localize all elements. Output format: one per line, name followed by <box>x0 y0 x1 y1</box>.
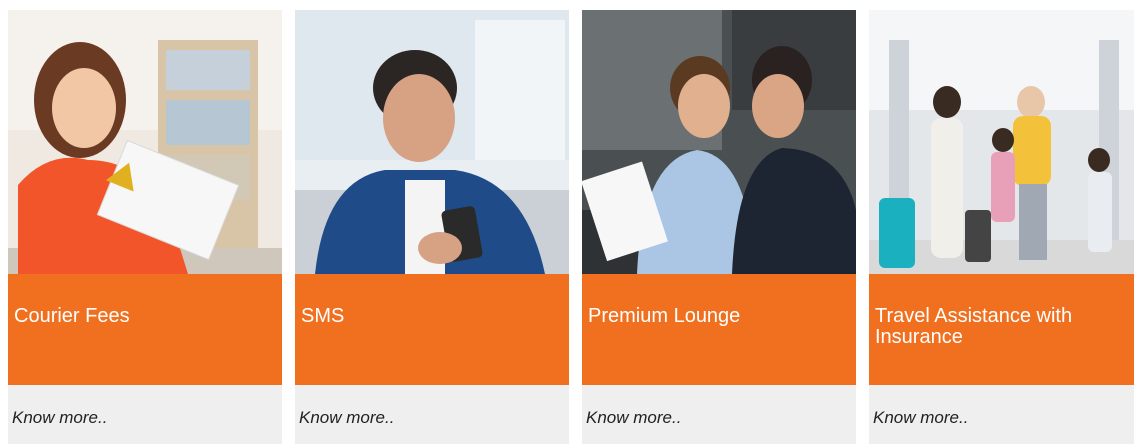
card-title: Premium Lounge <box>588 305 741 327</box>
card-title-box: Premium Lounge <box>582 274 856 385</box>
services-card-grid: Courier Fees Know more.. SMS Know more..… <box>0 0 1134 444</box>
card-footer: Know more.. <box>869 385 1134 444</box>
card-title: SMS <box>301 305 345 327</box>
know-more-link[interactable]: Know more.. <box>12 408 107 427</box>
card-footer: Know more.. <box>8 385 282 444</box>
card-footer: Know more.. <box>295 385 569 444</box>
know-more-link[interactable]: Know more.. <box>873 408 968 427</box>
card-sms[interactable]: SMS Know more.. <box>295 10 569 444</box>
card-courier-fees[interactable]: Courier Fees Know more.. <box>8 10 282 444</box>
know-more-link[interactable]: Know more.. <box>299 408 394 427</box>
card-premium-lounge[interactable]: Premium Lounge Know more.. <box>582 10 856 444</box>
family-airport-travel-photo <box>869 10 1134 274</box>
know-more-link[interactable]: Know more.. <box>586 408 681 427</box>
man-using-smartphone-photo <box>295 10 569 274</box>
businessmen-meeting-photo <box>582 10 856 274</box>
card-title-box: Courier Fees <box>8 274 282 385</box>
card-travel-assistance[interactable]: Travel Assistance with Insurance Know mo… <box>869 10 1134 444</box>
card-title: Travel Assistance with Insurance <box>875 305 1073 348</box>
card-title-box: Travel Assistance with Insurance <box>869 274 1134 385</box>
woman-with-envelope-photo <box>8 10 282 274</box>
card-title: Courier Fees <box>14 305 130 327</box>
card-title-box: SMS <box>295 274 569 385</box>
card-footer: Know more.. <box>582 385 856 444</box>
